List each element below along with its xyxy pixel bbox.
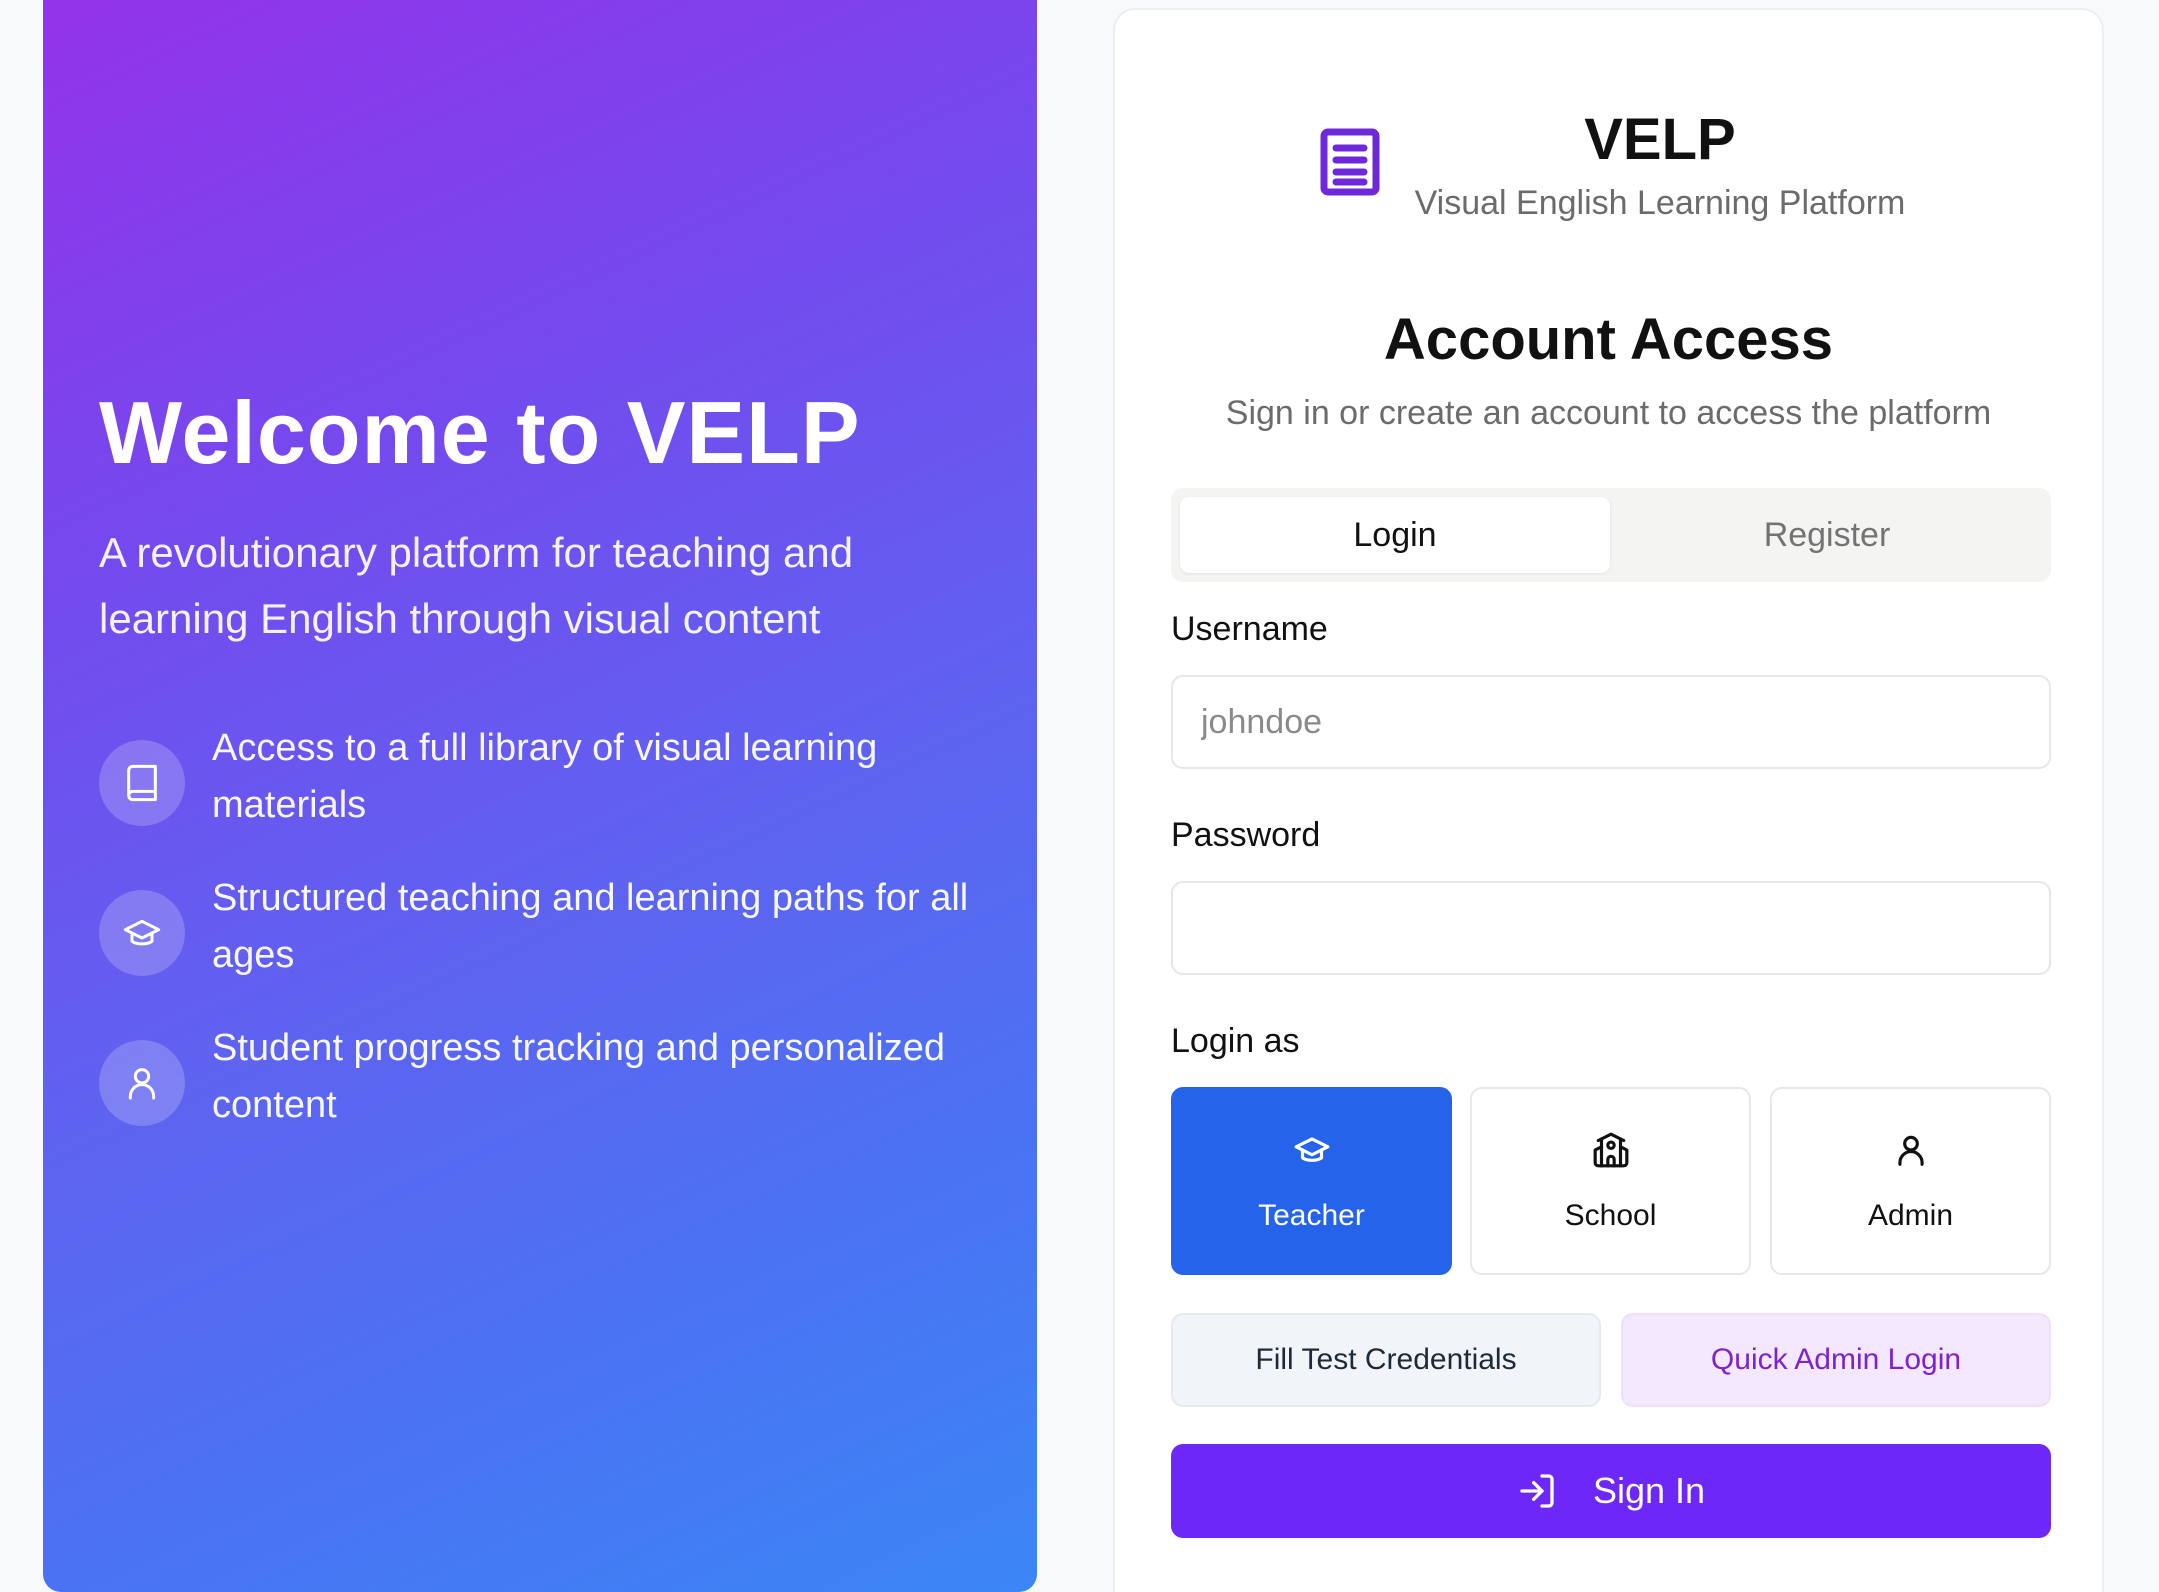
log-in-icon (1520, 1474, 1554, 1508)
role-admin-button[interactable]: Admin (1770, 1087, 2051, 1275)
brand-name: VELP (1584, 107, 1736, 172)
page-title: Account Access (1383, 307, 1834, 372)
document-icon (1318, 126, 1382, 198)
username-input[interactable] (1171, 675, 2051, 769)
auth-tabs: Login Register (1171, 488, 2051, 582)
role-selector: Teacher School Admin (1171, 1087, 2051, 1275)
role-label: Teacher (1258, 1199, 1365, 1232)
book-icon (99, 740, 185, 826)
graduation-cap-icon (99, 890, 185, 976)
feature-item: Structured teaching and learning paths f… (99, 870, 999, 1020)
tab-register[interactable]: Register (1612, 497, 2042, 573)
login-page: Welcome to VELP A revolutionary platform… (0, 0, 2159, 1592)
feature-list: Access to a full library of visual learn… (99, 720, 999, 1170)
feature-text: Student progress tracking and personaliz… (212, 1027, 946, 1126)
school-icon (1472, 1131, 1749, 1171)
role-school-button[interactable]: School (1470, 1087, 1751, 1275)
fill-test-credentials-button[interactable]: Fill Test Credentials (1171, 1313, 1601, 1407)
login-as-label: Login as (1171, 1022, 1300, 1060)
role-label: School (1564, 1199, 1657, 1232)
tab-login[interactable]: Login (1180, 497, 1610, 573)
sign-in-button[interactable]: Sign In (1171, 1444, 2051, 1538)
password-input[interactable] (1171, 881, 2051, 975)
user-icon (1772, 1131, 2049, 1171)
feature-item: Access to a full library of visual learn… (99, 720, 999, 870)
page-subtitle: Sign in or create an account to access t… (1225, 394, 1992, 432)
role-teacher-button[interactable]: Teacher (1171, 1087, 1452, 1275)
hero-panel: Welcome to VELP A revolutionary platform… (43, 0, 1037, 1592)
feature-text: Structured teaching and learning paths f… (212, 877, 969, 976)
user-icon (99, 1040, 185, 1126)
feature-text: Access to a full library of visual learn… (212, 727, 878, 826)
username-label: Username (1171, 610, 1328, 648)
role-label: Admin (1867, 1199, 1954, 1232)
feature-item: Student progress tracking and personaliz… (99, 1020, 999, 1170)
auth-card: VELP Visual English Learning Platform Ac… (1113, 8, 2104, 1592)
hero-title: Welcome to VELP (99, 383, 861, 482)
password-label: Password (1171, 816, 1321, 854)
graduation-cap-icon (1173, 1131, 1450, 1171)
hero-subtitle: A revolutionary platform for teaching an… (99, 529, 854, 642)
sign-in-label: Sign In (1592, 1470, 1706, 1511)
quick-admin-login-button[interactable]: Quick Admin Login (1621, 1313, 2051, 1407)
brand-tagline: Visual English Learning Platform (1414, 184, 1906, 222)
